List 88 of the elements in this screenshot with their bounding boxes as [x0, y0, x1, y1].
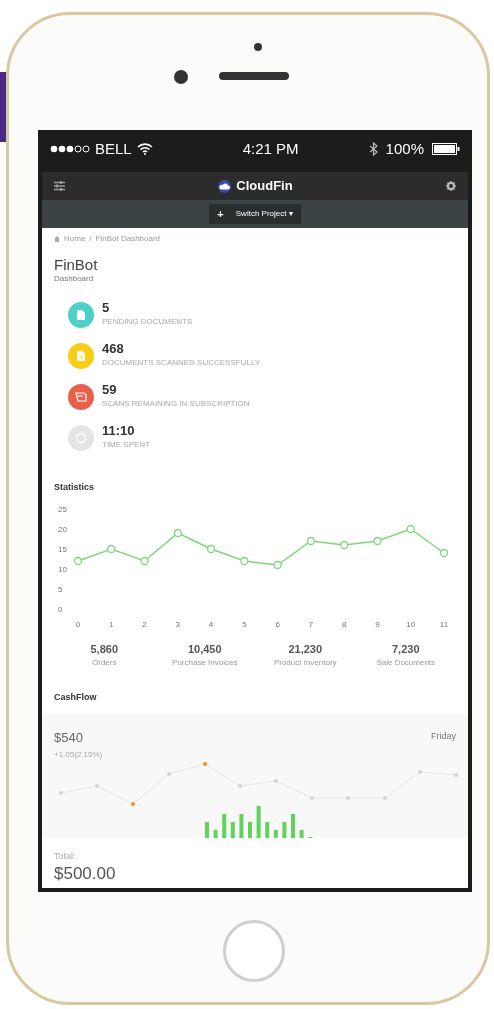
battery-icon: [432, 143, 460, 155]
y-tick-label: 0: [58, 604, 63, 614]
x-tick-label: 6: [275, 619, 280, 629]
total-label: Total:: [54, 849, 77, 863]
bluetooth-icon: [368, 142, 378, 156]
x-tick-label: 1: [109, 619, 114, 629]
y-tick-label: 15: [58, 544, 67, 554]
data-point: [439, 548, 449, 557]
settings-icon[interactable]: [446, 181, 456, 191]
breadcrumb-separator: /: [89, 233, 92, 245]
cashflow-day: Friday: [431, 729, 456, 743]
settings-sliders-icon[interactable]: [54, 181, 65, 191]
data-point: [107, 544, 116, 553]
mini-bar: [222, 813, 227, 838]
x-tick-label: 9: [375, 619, 380, 629]
mini-bar: [273, 829, 278, 838]
mini-bar: [213, 829, 218, 838]
section-title: CashFlow: [54, 691, 98, 704]
sparkline-point: [203, 761, 207, 766]
summary-value: 10,450: [187, 641, 222, 657]
home-icon: [54, 236, 60, 242]
mini-bar: [239, 813, 244, 838]
mini-bar: [256, 805, 261, 838]
summary-label: Sale Documents: [376, 657, 436, 669]
y-tick-label: 20: [58, 524, 67, 534]
data-point: [240, 556, 249, 565]
x-tick-label: 2: [142, 619, 147, 629]
data-point: [373, 536, 382, 545]
total-amount: $500.00: [54, 863, 117, 885]
mini-bar: [230, 821, 235, 838]
x-tick-label: 5: [242, 619, 247, 629]
speaker-icon: [219, 72, 289, 80]
mini-bar: [299, 829, 304, 838]
page-subtitle: Dashboard: [54, 273, 95, 285]
x-tick-label: 3: [175, 619, 181, 629]
front-sensor-icon: [254, 43, 262, 51]
mini-bar: [205, 821, 209, 838]
switch-project-button[interactable]: Switch Project ▾: [229, 208, 299, 220]
page-title: FinBot: [54, 257, 99, 272]
summary-value: 21,230: [288, 641, 323, 657]
camera-icon: [174, 70, 188, 84]
data-point: [206, 544, 216, 553]
y-tick-label: 10: [58, 564, 67, 574]
breadcrumb-current: FinBot Dashboard: [95, 233, 161, 245]
summary-value: 7,230: [392, 641, 420, 657]
stat-value: 11:10: [102, 424, 136, 437]
summary-value: 5,860: [90, 641, 118, 657]
mini-bar: [291, 813, 295, 838]
summary-label: Purchase Invoices: [172, 657, 238, 669]
stat-value: 468: [102, 342, 125, 355]
data-point: [173, 528, 182, 537]
stat-label: PENDING DOCUMENTS: [102, 316, 193, 328]
x-tick-label: 7: [308, 619, 314, 629]
wifi-icon: [136, 143, 153, 155]
sparkline-point: [131, 801, 135, 806]
data-point: [306, 536, 316, 545]
section-title: Statistics: [54, 481, 96, 494]
cashflow-change: +1.05(2.15%): [54, 749, 104, 761]
cashflow-amount: $540: [54, 728, 83, 747]
data-point: [340, 540, 349, 549]
x-tick-label: 0: [75, 619, 81, 629]
data-point: [273, 560, 282, 569]
mini-bar: [265, 821, 270, 838]
summary-label: Orders: [92, 657, 117, 669]
cloud-logo-icon: [218, 179, 232, 193]
mini-bar: [248, 821, 252, 838]
x-tick-label: 11: [439, 619, 449, 629]
add-button[interactable]: +: [211, 205, 230, 223]
data-point: [73, 556, 83, 565]
stat-label: DOCUMENTS SCANNED SUCCESSFULLY: [102, 357, 261, 369]
x-tick-label: 10: [406, 619, 416, 629]
summary-label: Product Inventory: [273, 657, 337, 669]
app-title: CloudFin: [236, 177, 293, 196]
stat-value: 59: [102, 383, 118, 396]
y-tick-label: 5: [58, 584, 63, 594]
stat-value: 5: [102, 301, 111, 314]
stat-label: SCANS REMAINING IN SUBSCRIPTION: [102, 398, 250, 410]
signal-icon: [50, 145, 90, 153]
x-tick-label: 4: [208, 619, 214, 629]
x-tick-label: 8: [341, 619, 347, 629]
data-point: [140, 556, 149, 565]
status-time: 4:21 PM: [242, 138, 299, 159]
carrier-name: BELL: [95, 138, 132, 159]
stat-label: TIME SPENT: [102, 439, 150, 451]
data-point: [406, 524, 415, 533]
mini-bar: [282, 821, 287, 838]
battery-percent: 100%: [385, 138, 424, 159]
y-tick-label: 25: [58, 504, 67, 514]
